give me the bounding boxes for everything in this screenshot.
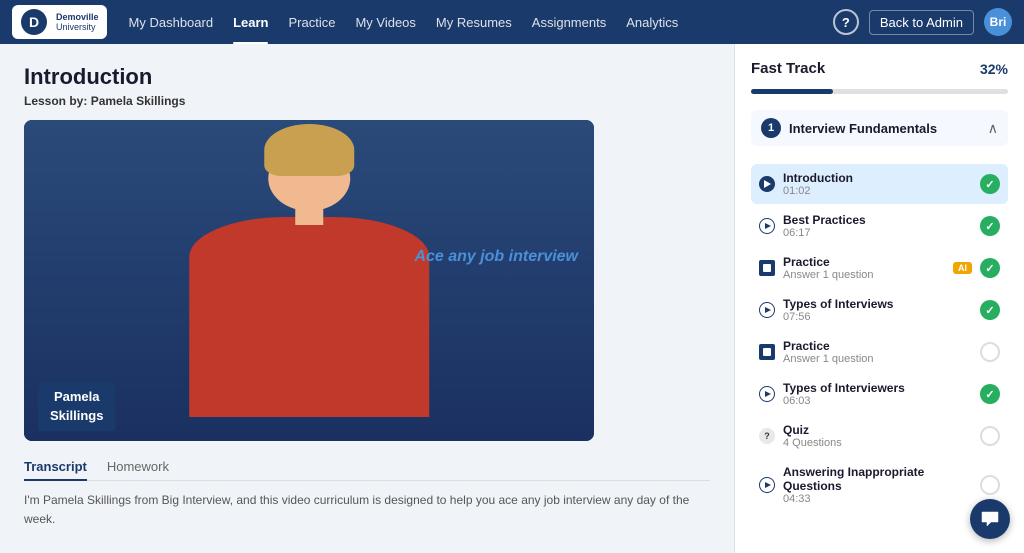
tab-homework[interactable]: Homework (107, 453, 169, 480)
lesson-name: Quiz (783, 423, 972, 437)
play-icon (759, 176, 775, 192)
lesson-info: Types of Interviews 07:56 (783, 297, 972, 323)
transcript-content: I'm Pamela Skillings from Big Interview,… (24, 491, 710, 529)
back-admin-button[interactable]: Back to Admin (869, 10, 974, 35)
section-title: Interview Fundamentals (789, 121, 980, 136)
nav-practice[interactable]: Practice (278, 0, 345, 44)
section-header[interactable]: 1 Interview Fundamentals ∧ (751, 110, 1008, 146)
play-icon (759, 302, 775, 318)
play-icon (759, 218, 775, 234)
lesson-duration: 01:02 (783, 185, 972, 197)
logo[interactable]: D Demoville University (12, 5, 107, 39)
chat-fab[interactable] (970, 499, 1010, 539)
incomplete-check (980, 426, 1000, 446)
tab-transcript[interactable]: Transcript (24, 453, 87, 480)
video-text-overlay: Ace any job interview (414, 248, 578, 266)
fast-track-percent: 32% (980, 61, 1008, 77)
list-item[interactable]: Practice Answer 1 question AI ✓ (751, 248, 1008, 288)
completed-check: ✓ (980, 258, 1000, 278)
lesson-name: Best Practices (783, 213, 972, 227)
completed-check: ✓ (980, 174, 1000, 194)
nav-learn[interactable]: Learn (223, 0, 278, 44)
incomplete-check (980, 475, 1000, 495)
header-right: ? Back to Admin Bri (833, 8, 1012, 36)
list-item[interactable]: Types of Interviews 07:56 ✓ (751, 290, 1008, 330)
nav-analytics[interactable]: Analytics (616, 0, 688, 44)
lesson-info: Types of Interviewers 06:03 (783, 381, 972, 407)
section-number: 1 (761, 118, 781, 138)
user-avatar[interactable]: Bri (984, 8, 1012, 36)
nav-assignments[interactable]: Assignments (522, 0, 616, 44)
lesson-duration: Answer 1 question (783, 353, 972, 365)
content-area: Introduction Lesson by: Pamela Skillings (0, 44, 734, 553)
logo-icon: D (20, 8, 48, 36)
lesson-info: Practice Answer 1 question (783, 255, 945, 281)
practice-icon (759, 344, 775, 360)
incomplete-check (980, 342, 1000, 362)
lesson-duration: Answer 1 question (783, 269, 945, 281)
main-layout: Introduction Lesson by: Pamela Skillings (0, 44, 1024, 553)
fast-track-progress-bar (751, 89, 1008, 94)
lesson-name: Types of Interviewers (783, 381, 972, 395)
lesson-info: Quiz 4 Questions (783, 423, 972, 449)
chat-icon (980, 509, 1000, 529)
nav-my-resumes[interactable]: My Resumes (426, 0, 522, 44)
lesson-name: Types of Interviews (783, 297, 972, 311)
nav-my-dashboard[interactable]: My Dashboard (119, 0, 224, 44)
lesson-name: Introduction (783, 171, 972, 185)
lesson-duration: 06:03 (783, 395, 972, 407)
content-tabs: Transcript Homework (24, 453, 710, 481)
video-background: Ace any job interview Pamela Skillings (24, 120, 594, 441)
list-item[interactable]: Best Practices 06:17 ✓ (751, 206, 1008, 246)
list-item[interactable]: Types of Interviewers 06:03 ✓ (751, 374, 1008, 414)
presenter-name-badge: Pamela Skillings (38, 382, 115, 431)
sidebar: Fast Track 32% 1 Interview Fundamentals … (734, 44, 1024, 553)
page-title: Introduction (24, 64, 710, 90)
lesson-info: Practice Answer 1 question (783, 339, 972, 365)
list-item[interactable]: Answering Inappropriate Questions 04:33 (751, 458, 1008, 512)
lesson-duration: 04:33 (783, 493, 972, 505)
lesson-info: Best Practices 06:17 (783, 213, 972, 239)
list-item[interactable]: Introduction 01:02 ✓ (751, 164, 1008, 204)
lesson-info: Introduction 01:02 (783, 171, 972, 197)
play-icon (759, 477, 775, 493)
nav-my-videos[interactable]: My Videos (345, 0, 425, 44)
completed-check: ✓ (980, 300, 1000, 320)
lesson-name: Practice (783, 255, 945, 269)
list-item[interactable]: Practice Answer 1 question (751, 332, 1008, 372)
lesson-duration: 4 Questions (783, 437, 972, 449)
main-nav: My Dashboard Learn Practice My Videos My… (119, 0, 689, 44)
practice-icon (759, 260, 775, 276)
chevron-up-icon: ∧ (988, 120, 998, 137)
lesson-duration: 07:56 (783, 311, 972, 323)
ai-badge: AI (953, 262, 972, 274)
lesson-list: Introduction 01:02 ✓ Best Practices 06:1… (751, 164, 1008, 512)
play-icon (759, 386, 775, 402)
video-player[interactable]: Ace any job interview Pamela Skillings 0… (24, 120, 594, 441)
svg-text:D: D (29, 14, 39, 30)
lesson-duration: 06:17 (783, 227, 972, 239)
fast-track-header: Fast Track 32% (751, 60, 1008, 77)
quiz-icon: ? (759, 428, 775, 444)
lesson-author: Pamela Skillings (91, 94, 186, 108)
list-item[interactable]: ? Quiz 4 Questions (751, 416, 1008, 456)
fast-track-title: Fast Track (751, 60, 825, 77)
logo-text: Demoville University (56, 12, 99, 32)
fast-track-progress-fill (751, 89, 833, 94)
completed-check: ✓ (980, 384, 1000, 404)
completed-check: ✓ (980, 216, 1000, 236)
lesson-by: Lesson by: Pamela Skillings (24, 94, 710, 108)
lesson-name: Answering Inappropriate Questions (783, 465, 972, 493)
top-nav: D Demoville University My Dashboard Lear… (0, 0, 1024, 44)
help-button[interactable]: ? (833, 9, 859, 35)
lesson-name: Practice (783, 339, 972, 353)
lesson-info: Answering Inappropriate Questions 04:33 (783, 465, 972, 505)
